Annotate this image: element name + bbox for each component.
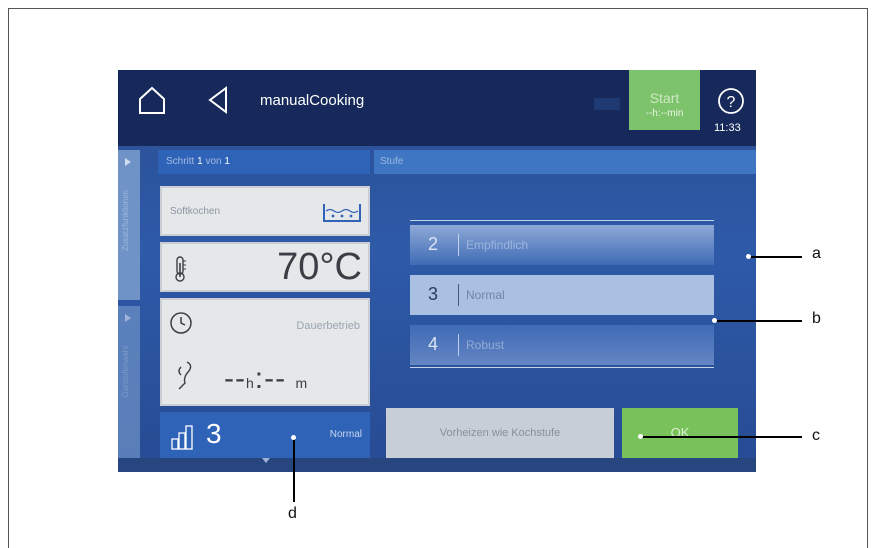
step-of: von (205, 156, 222, 167)
option-number: 3 (428, 284, 439, 304)
page-title: manualCooking (260, 92, 365, 109)
program-name: Softkochen (170, 206, 221, 217)
divider (458, 234, 459, 256)
core-probe-icon (172, 358, 196, 392)
panel-heading: Stufe (374, 150, 756, 174)
step-total: 1 (224, 156, 230, 167)
callout-line-d (293, 438, 295, 502)
scroll-down-icon[interactable] (262, 458, 270, 463)
stage-bars-icon (168, 422, 198, 452)
thermometer-icon (170, 254, 190, 284)
sidebar-tab-extras[interactable]: Zusatzfunktionen (118, 150, 140, 300)
duration-hours: -- (224, 362, 246, 395)
callout-d: d (288, 505, 297, 522)
ok-button[interactable]: OK (622, 408, 738, 458)
stage-list: 2 Empfindlich 3 Normal 4 Robust (410, 220, 714, 368)
duration-separator: : (254, 362, 265, 395)
option-label: Robust (466, 338, 505, 352)
start-button[interactable]: Start --h:--min (629, 70, 700, 130)
option-label: Empfindlich (466, 238, 529, 252)
clock-icon (168, 310, 194, 336)
step-label: Schritt (166, 156, 195, 167)
stage-option-selected[interactable]: 3 Normal (410, 275, 714, 315)
program-card[interactable]: Softkochen (160, 186, 370, 236)
clock: 11:33 (714, 122, 741, 134)
bottom-strip (118, 458, 756, 472)
back-icon[interactable] (200, 82, 236, 118)
help-icon[interactable]: ? (714, 84, 748, 118)
stage-selector[interactable]: 3 Normal (160, 412, 370, 460)
callout-b: b (812, 310, 821, 327)
callout-dot-a (746, 254, 751, 259)
water-bath-icon (320, 200, 364, 226)
duration-minutes: -- (264, 362, 287, 395)
duration-display: --h:-- m (224, 362, 308, 396)
status-indicator (594, 98, 620, 110)
device-screen: manualCooking Start --h:--min ? 11:33 Zu… (118, 70, 756, 472)
step-current: 1 (197, 156, 203, 167)
sidebar-tab-label: Zusatzfunktionen (121, 190, 130, 251)
sidebar-tab-label: Garstufenwahl (121, 346, 130, 398)
time-mode: Dauerbetrieb (296, 320, 360, 332)
option-number: 2 (428, 234, 439, 254)
stage-name: Normal (329, 429, 362, 440)
temperature-card[interactable]: 70°C (160, 242, 370, 292)
home-icon[interactable] (134, 82, 170, 118)
panel-heading-text: Stufe (380, 156, 404, 167)
start-label: Start (649, 90, 680, 106)
divider (458, 284, 459, 306)
sidebar-tab-stages[interactable]: Garstufenwahl (118, 306, 140, 458)
stage-value: 3 (206, 418, 222, 449)
hours-unit: h (245, 375, 255, 391)
callout-line-a (750, 256, 802, 258)
callout-dot-b (712, 318, 717, 323)
callout-dot-d (291, 435, 296, 440)
callout-line-b (716, 320, 802, 322)
preheat-label: Vorheizen wie Kochstufe (439, 427, 561, 439)
divider (458, 334, 459, 356)
expand-arrow-icon (125, 314, 131, 322)
preheat-button[interactable]: Vorheizen wie Kochstufe (386, 408, 614, 458)
temperature-value: 70°C (277, 246, 362, 288)
top-bar: manualCooking Start --h:--min ? 11:33 (118, 70, 756, 146)
callout-c: c (812, 427, 820, 444)
callout-dot-c (638, 434, 643, 439)
expand-arrow-icon (125, 158, 131, 166)
time-card[interactable]: Dauerbetrieb --h:-- m (160, 298, 370, 406)
callout-line-c (642, 436, 802, 438)
svg-text:?: ? (727, 94, 736, 111)
stage-option[interactable]: 2 Empfindlich (410, 225, 714, 265)
callout-a: a (812, 245, 821, 262)
stage-option[interactable]: 4 Robust (410, 325, 714, 365)
minutes-unit: m (295, 375, 309, 391)
step-indicator: Schritt 1 von 1 (158, 150, 370, 174)
option-label: Normal (466, 288, 505, 302)
option-number: 4 (428, 334, 439, 354)
start-time: --h:--min (645, 108, 684, 119)
